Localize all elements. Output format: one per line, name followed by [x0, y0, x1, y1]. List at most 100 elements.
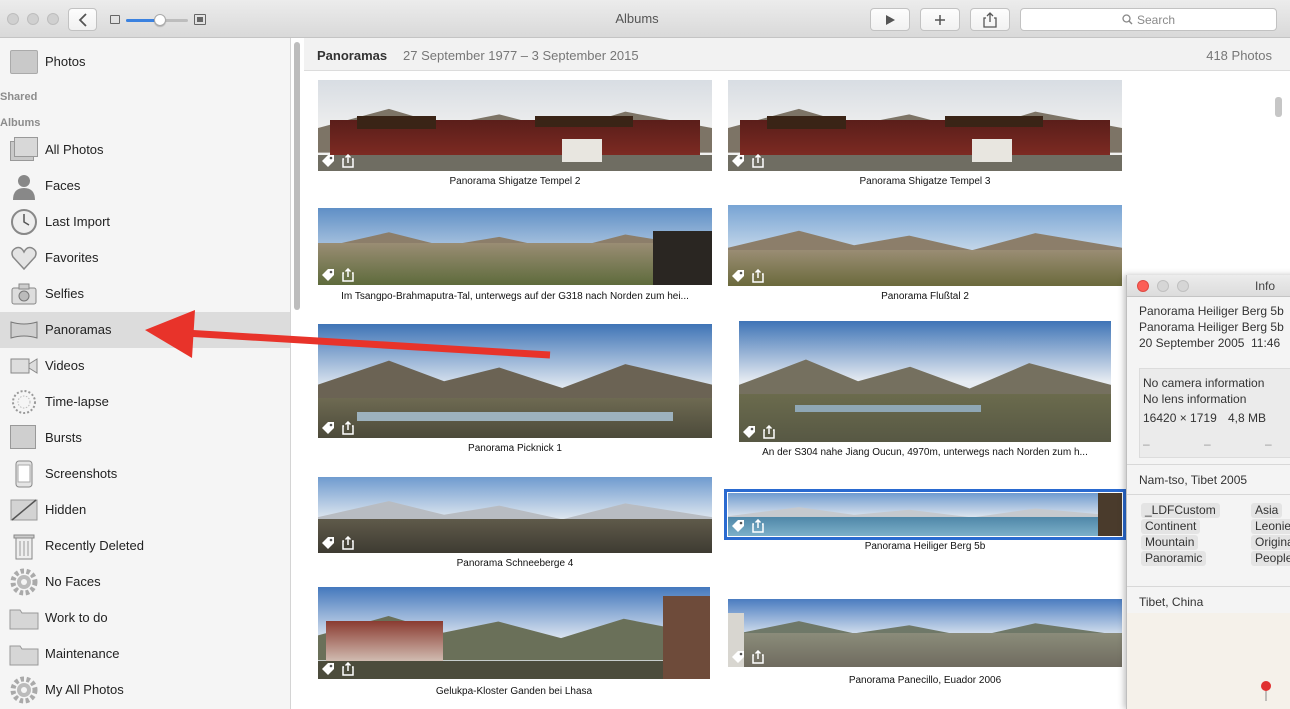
- photo-thumbnail[interactable]: [318, 324, 712, 438]
- photo-caption: Panorama Shigatze Tempel 2: [449, 176, 581, 187]
- photo-thumbnail[interactable]: [728, 205, 1122, 286]
- slideshow-play-button[interactable]: [870, 8, 910, 31]
- info-title: Info: [1255, 279, 1276, 293]
- sidebar-item-videos[interactable]: Videos: [0, 348, 290, 384]
- sidebar-item-label: Recently Deleted: [45, 538, 144, 553]
- sidebar-item-maintenance[interactable]: Maintenance: [0, 636, 290, 672]
- keyword-tag-icon: [743, 426, 755, 438]
- sidebar-item-label: Screenshots: [45, 466, 118, 481]
- keyword-chip[interactable]: Leonie: [1251, 519, 1290, 534]
- minimize-window-button[interactable]: [27, 13, 39, 25]
- folder-icon: [9, 604, 39, 632]
- sidebar-item-faces[interactable]: Faces: [0, 168, 290, 204]
- sidebar-item-all-photos[interactable]: All Photos: [0, 132, 290, 168]
- edited-share-icon: [342, 154, 354, 168]
- keyword-chip[interactable]: Origina: [1251, 535, 1290, 550]
- gear-icon: [9, 676, 39, 704]
- sidebar-section-albums[interactable]: Albums: [0, 117, 40, 129]
- photo-thumbnail[interactable]: [739, 321, 1111, 442]
- keyword-tag-icon: [322, 537, 334, 549]
- share-button[interactable]: [970, 8, 1010, 31]
- edited-share-icon: [752, 519, 764, 533]
- sidebar-item-screenshots[interactable]: Screenshots: [0, 456, 290, 492]
- info-lens: No lens information: [1143, 392, 1247, 406]
- edited-share-icon: [752, 154, 764, 168]
- info-minimize-button[interactable]: [1157, 280, 1169, 292]
- info-time: 11:46: [1251, 336, 1281, 350]
- edited-share-icon: [752, 269, 764, 283]
- sidebar-item-favorites[interactable]: Favorites: [0, 240, 290, 276]
- large-thumbnail-icon: [194, 14, 206, 25]
- info-photo-title[interactable]: Panorama Heiliger Berg 5b: [1139, 304, 1284, 318]
- zoom-slider-knob[interactable]: [154, 14, 167, 26]
- sidebar-item-label: My All Photos: [45, 682, 124, 697]
- sidebar-scrollbar[interactable]: [294, 42, 300, 310]
- folder-icon: [9, 640, 39, 668]
- info-dimensions: 16420 × 1719: [1143, 411, 1217, 425]
- photo-caption: Im Tsangpo-Brahmaputra-Tal, unterwegs au…: [341, 291, 689, 302]
- sidebar-item-my-all-photos[interactable]: My All Photos: [0, 672, 290, 708]
- all-photos-icon: [9, 136, 39, 164]
- back-button[interactable]: [68, 8, 97, 31]
- share-icon: [983, 11, 997, 28]
- clock-icon: [9, 208, 39, 236]
- heart-icon: [9, 244, 39, 272]
- sidebar-item-label: Panoramas: [45, 322, 112, 337]
- photo-thumbnail[interactable]: [318, 587, 710, 679]
- info-keywords[interactable]: _LDFCustom Asia Continent Leonie Mountain Ori…: [1141, 503, 1290, 567]
- keyword-chip[interactable]: Panoramic: [1141, 551, 1207, 566]
- edited-share-icon: [342, 536, 354, 550]
- zoom-window-button[interactable]: [47, 13, 59, 25]
- info-camera: No camera information: [1143, 376, 1265, 390]
- keyword-tag-icon: [322, 155, 334, 167]
- sidebar-item-label: Faces: [45, 178, 81, 193]
- info-titlebar: Info: [1127, 275, 1290, 297]
- main-scrollbar[interactable]: [1275, 97, 1282, 117]
- edited-share-icon: [342, 268, 354, 282]
- edited-share-icon: [763, 425, 775, 439]
- album-date-range: 27 September 1977 – 3 September 2015: [403, 48, 639, 63]
- sidebar-item-last-import[interactable]: Last Import: [0, 204, 290, 240]
- sidebar-item-hidden[interactable]: Hidden: [0, 492, 290, 528]
- photo-caption: Gelukpa-Kloster Ganden bei Lhasa: [435, 686, 593, 697]
- sidebar-item-recently-deleted[interactable]: Recently Deleted: [0, 528, 290, 564]
- keyword-chip[interactable]: Mountain: [1141, 535, 1199, 550]
- add-button[interactable]: [920, 8, 960, 31]
- photo-caption: Panorama Shigatze Tempel 3: [859, 176, 991, 187]
- keyword-chip[interactable]: People: [1251, 551, 1290, 566]
- photo-thumbnail[interactable]: [724, 489, 1126, 540]
- keyword-chip[interactable]: Continent: [1141, 519, 1201, 534]
- sidebar-item-bursts[interactable]: Bursts: [0, 420, 290, 456]
- photo-thumbnail[interactable]: [318, 477, 712, 553]
- sidebar-item-work-to-do[interactable]: Work to do: [0, 600, 290, 636]
- photo-thumbnail[interactable]: [728, 599, 1122, 667]
- sidebar-section-shared[interactable]: Shared: [0, 91, 37, 103]
- sidebar-item-selfies[interactable]: Selfies: [0, 276, 290, 312]
- toolbar: Albums Search: [0, 0, 1290, 38]
- keyword-tag-icon: [732, 155, 744, 167]
- photo-thumbnail[interactable]: [318, 208, 712, 285]
- sidebar-item-label: No Faces: [45, 574, 101, 589]
- info-description[interactable]: Nam-tso, Tibet 2005: [1139, 473, 1247, 487]
- photo-caption: Panorama Flußtal 2: [881, 291, 969, 302]
- keyword-chip[interactable]: Asia: [1251, 503, 1283, 518]
- search-field[interactable]: Search: [1020, 8, 1277, 31]
- sidebar-item-photos[interactable]: Photos: [0, 44, 290, 80]
- album-title: Panoramas: [317, 48, 388, 63]
- zoom-slider[interactable]: [126, 14, 188, 26]
- keyword-tag-icon: [732, 270, 744, 282]
- photo-thumbnail[interactable]: [318, 80, 712, 171]
- info-close-button[interactable]: [1137, 280, 1149, 292]
- close-window-button[interactable]: [7, 13, 19, 25]
- info-zoom-button[interactable]: [1177, 280, 1189, 292]
- keyword-chip[interactable]: _LDFCustom: [1141, 503, 1220, 518]
- sidebar-item-no-faces[interactable]: No Faces: [0, 564, 290, 600]
- sidebar-item-time-lapse[interactable]: Time-lapse: [0, 384, 290, 420]
- faces-icon: [9, 172, 39, 200]
- sidebar-item-panoramas[interactable]: Panoramas: [0, 312, 290, 348]
- sidebar-item-label: Time-lapse: [45, 394, 109, 409]
- info-filesize: 4,8 MB: [1228, 411, 1267, 425]
- timelapse-icon: [9, 388, 39, 416]
- info-map[interactable]: [1127, 613, 1290, 709]
- photo-thumbnail[interactable]: [728, 80, 1122, 171]
